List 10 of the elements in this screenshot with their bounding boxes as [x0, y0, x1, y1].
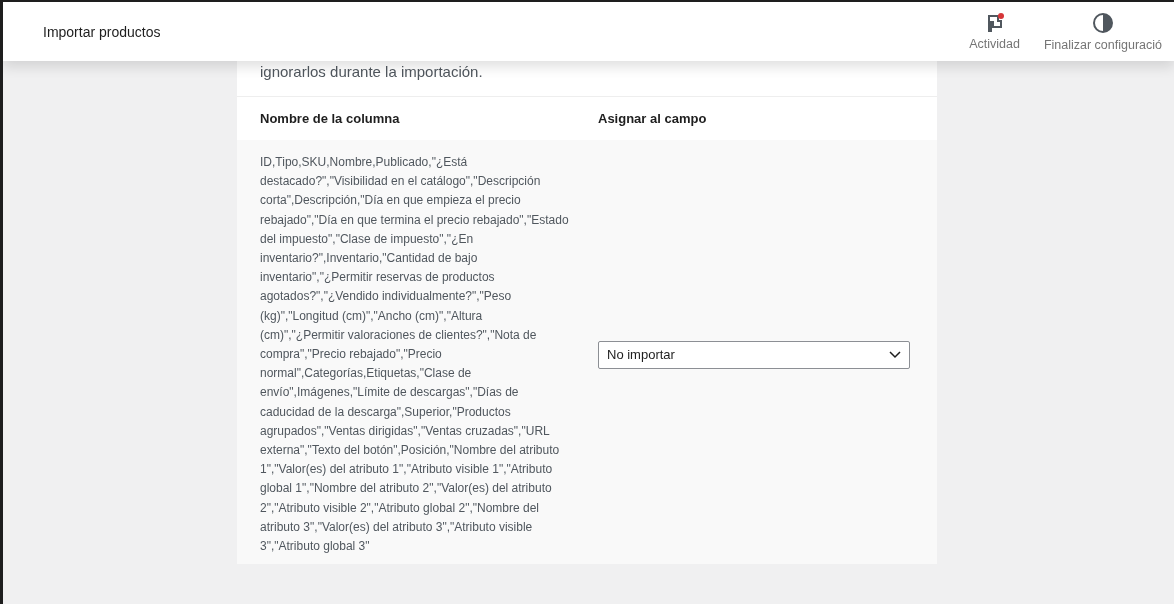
- page-title: Importar productos: [43, 23, 162, 40]
- column-heading: Nombre de la columna: [260, 111, 401, 126]
- header-action-button[interactable]: Finalizar configuració: [1031, 2, 1174, 61]
- chevron-down-icon: [889, 350, 901, 359]
- half-circle-icon: [1091, 11, 1114, 34]
- field-select[interactable]: No importar: [598, 340, 910, 369]
- column-heading: Asignar al campo: [598, 111, 708, 126]
- header-action-button[interactable]: Actividad: [957, 2, 1032, 61]
- column-name-text: ID,Tipo,SKU,Nombre,Publicado,"¿Está destacado?","Visibilidad en el catálogo","Descripción corta",Descripción,"Día en que empieza el precio rebajado","Día en que termina el precio rebajado","Estado del impuesto","Clase de impuesto","¿En inventario?",Inventario,"Cantidad de bajo inventario","¿Permitir reservas de productos agotados?","¿Vendido individualmente?","Peso (kg)","Longitud (cm)","Ancho (cm)","Altura (cm)","¿Permitir valoraciones de clientes?","Nota de compra","Precio rebajado","Precio normal",Categorías,Etiquetas,"Clase de envío",Imágenes,"Límite de descargas","Días de caducidad de la descarga",Superior,"Productos agrupados","Ventas dirigidas","Ventas cruzadas","URL externa","Texto del botón",Posición,"Nombre del atributo 1","Valor(es) del atributo 1","Atributo visible 1","Atributo global 1","Nombre del atributo 2","Valor(es) del atributo 2","Atributo visible 2","Atributo global 2","Nombre del atributo 3","Valor(es) del atributo 3","Atributo visible 3","Atributo global 3": [260, 154, 570, 556]
- intro-text: ignorarlos durante la importación.: [237, 61, 937, 97]
